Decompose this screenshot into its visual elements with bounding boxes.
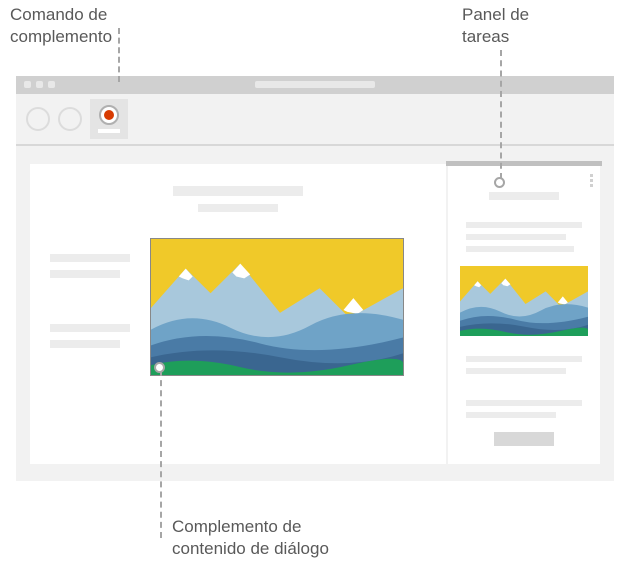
connector-task-pane bbox=[500, 50, 502, 179]
content-addin[interactable] bbox=[150, 238, 404, 376]
task-pane-image bbox=[460, 266, 588, 336]
label-addin-command: Comando de complemento bbox=[10, 4, 112, 48]
text-line bbox=[50, 324, 130, 332]
window-title-placeholder bbox=[255, 81, 375, 88]
text-line bbox=[466, 368, 566, 374]
ribbon-divider bbox=[16, 144, 614, 146]
task-pane-handle[interactable] bbox=[446, 161, 602, 166]
task-pane-title-placeholder bbox=[489, 192, 559, 200]
document-area bbox=[30, 164, 446, 464]
connector-addin-command bbox=[118, 28, 120, 82]
text-line bbox=[466, 246, 574, 252]
text-line bbox=[466, 412, 556, 418]
doc-title-placeholder bbox=[173, 186, 303, 196]
task-pane-button[interactable] bbox=[494, 432, 554, 446]
callout-dot-content-dialog bbox=[154, 362, 165, 373]
addin-command-icon bbox=[99, 105, 119, 125]
task-pane-menu-icon[interactable] bbox=[590, 174, 593, 187]
text-line bbox=[466, 234, 566, 240]
doc-subtitle-placeholder bbox=[198, 204, 278, 212]
ribbon-button-2[interactable] bbox=[58, 107, 82, 131]
titlebar bbox=[16, 76, 614, 94]
ribbon-button-1[interactable] bbox=[26, 107, 50, 131]
text-line bbox=[50, 340, 120, 348]
app-window bbox=[16, 76, 614, 481]
mountain-illustration bbox=[151, 239, 403, 375]
text-line bbox=[466, 356, 582, 362]
addin-command-button[interactable] bbox=[90, 99, 128, 139]
callout-dot-task-pane bbox=[494, 177, 505, 188]
text-line bbox=[466, 222, 582, 228]
addin-command-label-placeholder bbox=[98, 129, 120, 133]
window-controls bbox=[24, 81, 55, 88]
text-line bbox=[50, 270, 120, 278]
label-content-dialog: Complemento de contenido de diálogo bbox=[172, 516, 329, 560]
text-line bbox=[50, 254, 130, 262]
connector-content-dialog bbox=[160, 370, 162, 538]
mountain-illustration-small bbox=[460, 266, 588, 336]
ribbon bbox=[16, 94, 614, 144]
label-task-pane: Panel de tareas bbox=[462, 4, 529, 48]
text-line bbox=[466, 400, 582, 406]
task-pane bbox=[448, 164, 600, 464]
